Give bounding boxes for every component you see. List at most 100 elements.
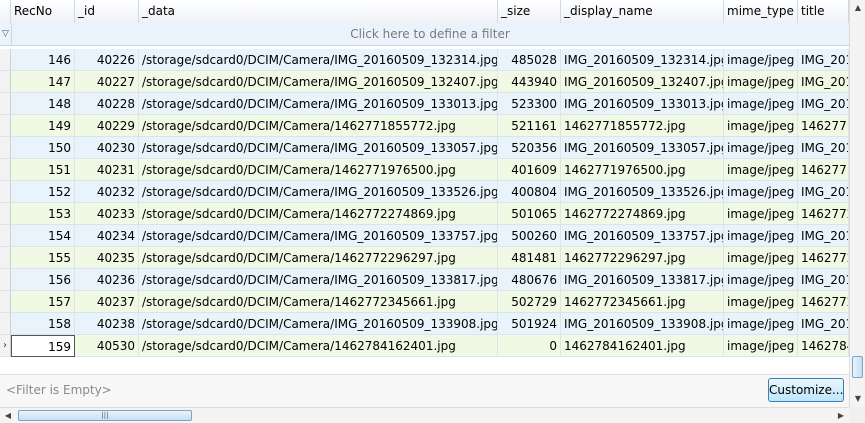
- table-row[interactable]: 148 40228/storage/sdcard0/DCIM/Camera/IMG…: [0, 93, 849, 115]
- scroll-up-icon[interactable]: ▲: [851, 0, 865, 16]
- row-indicator[interactable]: [0, 71, 11, 93]
- cell-size[interactable]: 480676: [498, 269, 561, 291]
- customize-button[interactable]: Customize...: [768, 378, 844, 402]
- cell-data[interactable]: /storage/sdcard0/DCIM/Camera/IMG_2016050…: [139, 313, 498, 335]
- cell-recno[interactable]: 154: [11, 225, 75, 247]
- row-indicator[interactable]: [0, 313, 11, 335]
- cell-recno[interactable]: 157: [11, 291, 75, 313]
- cell-display-name[interactable]: IMG_20160509_133526.jpg: [561, 181, 724, 203]
- horizontal-scroll-thumb[interactable]: |||: [18, 410, 192, 421]
- column-header-id[interactable]: _id: [75, 0, 139, 23]
- table-row[interactable]: 151 40231/storage/sdcard0/DCIM/Camera/146…: [0, 159, 849, 181]
- row-indicator[interactable]: [0, 225, 11, 247]
- table-row[interactable]: 158 40238/storage/sdcard0/DCIM/Camera/IMG…: [0, 313, 849, 335]
- cell-data[interactable]: /storage/sdcard0/DCIM/Camera/IMG_2016050…: [139, 225, 498, 247]
- cell-mime-type[interactable]: image/jpeg: [724, 313, 798, 335]
- table-row[interactable]: 149 40229/storage/sdcard0/DCIM/Camera/146…: [0, 115, 849, 137]
- cell-data[interactable]: /storage/sdcard0/DCIM/Camera/14627719765…: [139, 159, 498, 181]
- row-indicator[interactable]: [0, 181, 11, 203]
- cell-size[interactable]: 443940: [498, 71, 561, 93]
- cell-title[interactable]: IMG_201: [798, 93, 849, 115]
- table-row[interactable]: › 159 40530/storage/sdcard0/DCIM/Camera/14…: [0, 335, 849, 357]
- cell-id[interactable]: 40230: [75, 137, 139, 159]
- table-row[interactable]: 156 40236/storage/sdcard0/DCIM/Camera/IMG…: [0, 269, 849, 291]
- cell-mime-type[interactable]: image/jpeg: [724, 49, 798, 71]
- cell-mime-type[interactable]: image/jpeg: [724, 71, 798, 93]
- cell-title[interactable]: IMG_201: [798, 269, 849, 291]
- cell-title[interactable]: IMG_201: [798, 49, 849, 71]
- cell-id[interactable]: 40231: [75, 159, 139, 181]
- cell-recno[interactable]: 148: [11, 93, 75, 115]
- column-header-mime-type[interactable]: mime_type: [724, 0, 798, 23]
- vertical-scroll-thumb[interactable]: [852, 356, 863, 378]
- cell-mime-type[interactable]: image/jpeg: [724, 269, 798, 291]
- cell-title[interactable]: 1462771: [798, 159, 849, 181]
- cell-mime-type[interactable]: image/jpeg: [724, 181, 798, 203]
- cell-display-name[interactable]: 1462771976500.jpg: [561, 159, 724, 181]
- cell-display-name[interactable]: 1462772345661.jpg: [561, 291, 724, 313]
- cell-id[interactable]: 40229: [75, 115, 139, 137]
- cell-display-name[interactable]: 1462772296297.jpg: [561, 247, 724, 269]
- cell-data[interactable]: /storage/sdcard0/DCIM/Camera/IMG_2016050…: [139, 137, 498, 159]
- cell-id[interactable]: 40237: [75, 291, 139, 313]
- auto-filter-row[interactable]: ▽ Click here to define a filter: [0, 23, 849, 46]
- cell-size[interactable]: 501924: [498, 313, 561, 335]
- cell-title[interactable]: IMG_201: [798, 181, 849, 203]
- table-row[interactable]: 150 40230/storage/sdcard0/DCIM/Camera/IMG…: [0, 137, 849, 159]
- cell-size[interactable]: 521161: [498, 115, 561, 137]
- cell-display-name[interactable]: IMG_20160509_133757.jpg: [561, 225, 724, 247]
- cell-mime-type[interactable]: image/jpeg: [724, 203, 798, 225]
- cell-id[interactable]: 40226: [75, 49, 139, 71]
- cell-data[interactable]: /storage/sdcard0/DCIM/Camera/14627722748…: [139, 203, 498, 225]
- cell-data[interactable]: /storage/sdcard0/DCIM/Camera/14627723456…: [139, 291, 498, 313]
- cell-display-name[interactable]: 1462784162401.jpg: [561, 335, 724, 357]
- cell-recno[interactable]: 159: [11, 335, 75, 357]
- cell-size[interactable]: 520356: [498, 137, 561, 159]
- column-header-size[interactable]: _size: [498, 0, 561, 23]
- cell-data[interactable]: /storage/sdcard0/DCIM/Camera/14627722962…: [139, 247, 498, 269]
- cell-title[interactable]: IMG_201: [798, 137, 849, 159]
- cell-size[interactable]: 502729: [498, 291, 561, 313]
- cell-recno[interactable]: 150: [11, 137, 75, 159]
- table-row[interactable]: 146 40226/storage/sdcard0/DCIM/Camera/IMG…: [0, 49, 849, 71]
- filter-row-prompt[interactable]: Click here to define a filter: [11, 23, 849, 45]
- table-row[interactable]: 147 40227/storage/sdcard0/DCIM/Camera/IMG…: [0, 71, 849, 93]
- cell-data[interactable]: /storage/sdcard0/DCIM/Camera/IMG_2016050…: [139, 71, 498, 93]
- cell-data[interactable]: /storage/sdcard0/DCIM/Camera/14627841624…: [139, 335, 498, 357]
- cell-id[interactable]: 40232: [75, 181, 139, 203]
- column-header-title[interactable]: title: [798, 0, 849, 23]
- cell-recno[interactable]: 149: [11, 115, 75, 137]
- cell-id[interactable]: 40228: [75, 93, 139, 115]
- cell-recno[interactable]: 155: [11, 247, 75, 269]
- cell-recno[interactable]: 147: [11, 71, 75, 93]
- row-indicator[interactable]: [0, 291, 11, 313]
- cell-title[interactable]: IMG_201: [798, 225, 849, 247]
- cell-display-name[interactable]: 1462772274869.jpg: [561, 203, 724, 225]
- cell-mime-type[interactable]: image/jpeg: [724, 137, 798, 159]
- cell-size[interactable]: 500260: [498, 225, 561, 247]
- cell-id[interactable]: 40227: [75, 71, 139, 93]
- cell-recno[interactable]: 153: [11, 203, 75, 225]
- row-indicator[interactable]: [0, 247, 11, 269]
- cell-recno[interactable]: 151: [11, 159, 75, 181]
- cell-id[interactable]: 40234: [75, 225, 139, 247]
- row-indicator[interactable]: [0, 203, 11, 225]
- cell-title[interactable]: 1462771: [798, 115, 849, 137]
- cell-size[interactable]: 501065: [498, 203, 561, 225]
- cell-title[interactable]: IMG_201: [798, 313, 849, 335]
- table-row[interactable]: 152 40232/storage/sdcard0/DCIM/Camera/IMG…: [0, 181, 849, 203]
- cell-mime-type[interactable]: image/jpeg: [724, 291, 798, 313]
- cell-size[interactable]: 485028: [498, 49, 561, 71]
- cell-display-name[interactable]: IMG_20160509_133908.jpg: [561, 313, 724, 335]
- cell-data[interactable]: /storage/sdcard0/DCIM/Camera/IMG_2016050…: [139, 181, 498, 203]
- cell-title[interactable]: 1462772: [798, 247, 849, 269]
- cell-id[interactable]: 40233: [75, 203, 139, 225]
- row-indicator[interactable]: [0, 115, 11, 137]
- cell-display-name[interactable]: IMG_20160509_133817.jpg: [561, 269, 724, 291]
- cell-recno[interactable]: 156: [11, 269, 75, 291]
- cell-recno[interactable]: 146: [11, 49, 75, 71]
- cell-size[interactable]: 523300: [498, 93, 561, 115]
- row-indicator[interactable]: [0, 137, 11, 159]
- cell-size[interactable]: 0: [498, 335, 561, 357]
- cell-data[interactable]: /storage/sdcard0/DCIM/Camera/IMG_2016050…: [139, 93, 498, 115]
